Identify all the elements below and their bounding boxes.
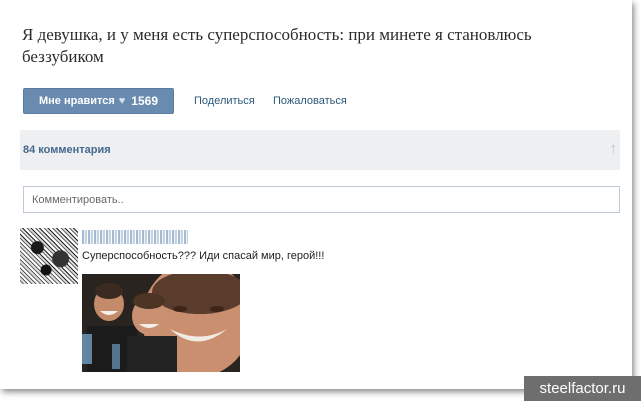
avatar[interactable] bbox=[20, 228, 78, 284]
watermark-badge: steelfactor.ru bbox=[524, 376, 641, 401]
arrow-up-icon[interactable]: ↑ bbox=[610, 140, 618, 157]
comment-text: Суперспособность??? Иди спасай мир, геро… bbox=[82, 250, 325, 262]
heart-icon: ♥ bbox=[118, 95, 126, 107]
share-link[interactable]: Поделиться bbox=[194, 95, 255, 107]
comment-input[interactable]: Комментировать.. bbox=[23, 186, 620, 213]
comments-header: 84 комментария ↑ bbox=[20, 130, 620, 170]
post-card: Я девушка, и у меня есть суперспособност… bbox=[0, 0, 632, 389]
like-button[interactable]: Мне нравится ♥ 1569 bbox=[23, 88, 174, 114]
comment-attachment-image[interactable] bbox=[82, 274, 240, 372]
like-label: Мне нравится bbox=[39, 95, 115, 107]
post-title: Я девушка, и у меня есть суперспособност… bbox=[22, 25, 532, 66]
comment-author-name[interactable] bbox=[82, 230, 188, 244]
laughing-man-icon bbox=[82, 274, 240, 372]
report-link[interactable]: Пожаловаться bbox=[273, 95, 347, 107]
comments-count-link[interactable]: 84 комментария bbox=[23, 144, 111, 156]
like-count: 1569 bbox=[131, 94, 158, 108]
